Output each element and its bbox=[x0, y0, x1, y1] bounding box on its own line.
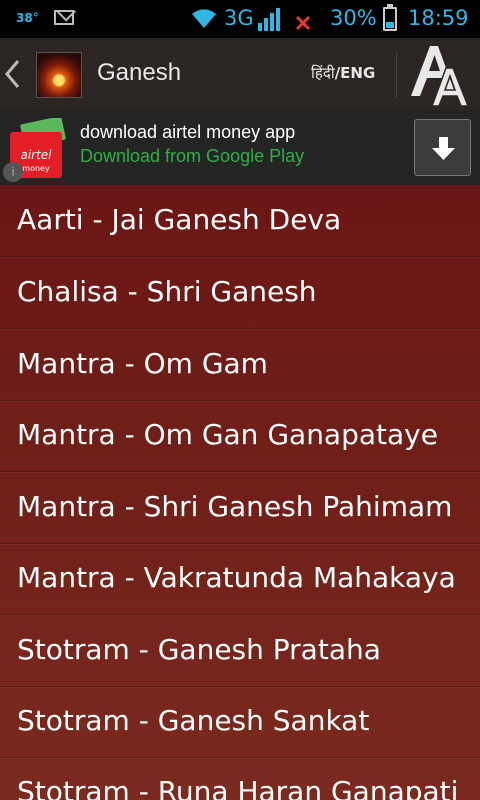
list-item-label: Mantra - Om Gam bbox=[17, 347, 268, 380]
list-item[interactable]: Stotram - Runa Haran Ganapati bbox=[0, 757, 480, 800]
network-type: 3G bbox=[224, 6, 254, 30]
ad-download-button[interactable] bbox=[414, 119, 471, 176]
list-item[interactable]: Aarti - Jai Ganesh Deva bbox=[0, 185, 480, 257]
wifi-icon bbox=[192, 9, 216, 28]
svg-text:airtel: airtel bbox=[20, 148, 52, 162]
prayer-list: Aarti - Jai Ganesh Deva Chalisa - Shri G… bbox=[0, 185, 480, 800]
back-chevron-icon[interactable] bbox=[2, 58, 24, 90]
svg-text:money: money bbox=[22, 164, 50, 173]
list-item[interactable]: Chalisa - Shri Ganesh bbox=[0, 257, 480, 329]
ad-title: download airtel money app bbox=[80, 122, 296, 142]
list-item-label: Aarti - Jai Ganesh Deva bbox=[17, 203, 342, 236]
status-bar: 38° 3G 30% 18:59 bbox=[0, 0, 480, 38]
action-bar: Ganesh हिंदी/ENG bbox=[0, 38, 480, 110]
signal-icon bbox=[258, 8, 280, 31]
mail-icon bbox=[54, 10, 74, 25]
temperature-icon: 38° bbox=[16, 11, 39, 25]
list-item[interactable]: Stotram - Ganesh Sankat bbox=[0, 686, 480, 758]
list-item-label: Stotram - Ganesh Prataha bbox=[17, 633, 381, 666]
battery-percent: 30% bbox=[330, 6, 377, 30]
font-size-icon[interactable] bbox=[408, 42, 474, 108]
list-item-label: Mantra - Shri Ganesh Pahimam bbox=[17, 490, 453, 523]
list-item-label: Mantra - Vakratunda Mahakaya bbox=[17, 561, 456, 594]
list-item[interactable]: Mantra - Vakratunda Mahakaya bbox=[0, 543, 480, 615]
app-icon[interactable] bbox=[36, 52, 82, 98]
ad-subtitle: Download from Google Play bbox=[80, 146, 305, 166]
page-title: Ganesh bbox=[97, 59, 182, 86]
language-toggle[interactable]: हिंदी/ENG bbox=[311, 63, 375, 83]
list-item[interactable]: Mantra - Om Gam bbox=[0, 329, 480, 401]
list-item[interactable]: Stotram - Ganesh Prataha bbox=[0, 615, 480, 687]
lang-eng-label: /ENG bbox=[334, 64, 376, 82]
list-item-label: Mantra - Om Gan Ganapataye bbox=[17, 418, 438, 451]
ad-banner[interactable]: airtel money i download airtel money app… bbox=[0, 110, 480, 185]
list-item-label: Stotram - Runa Haran Ganapati bbox=[17, 775, 459, 800]
list-item[interactable]: Mantra - Om Gan Ganapataye bbox=[0, 400, 480, 472]
ad-info-icon[interactable]: i bbox=[3, 162, 23, 182]
download-arrow-icon bbox=[432, 137, 455, 160]
clock: 18:59 bbox=[408, 6, 469, 30]
list-item-label: Stotram - Ganesh Sankat bbox=[17, 704, 370, 737]
battery-icon bbox=[383, 4, 397, 31]
no-sim-icon bbox=[295, 15, 311, 31]
lang-hindi-label: हिंदी bbox=[311, 64, 335, 82]
list-item[interactable]: Mantra - Shri Ganesh Pahimam bbox=[0, 472, 480, 544]
divider bbox=[396, 52, 397, 98]
list-item-label: Chalisa - Shri Ganesh bbox=[17, 275, 317, 308]
